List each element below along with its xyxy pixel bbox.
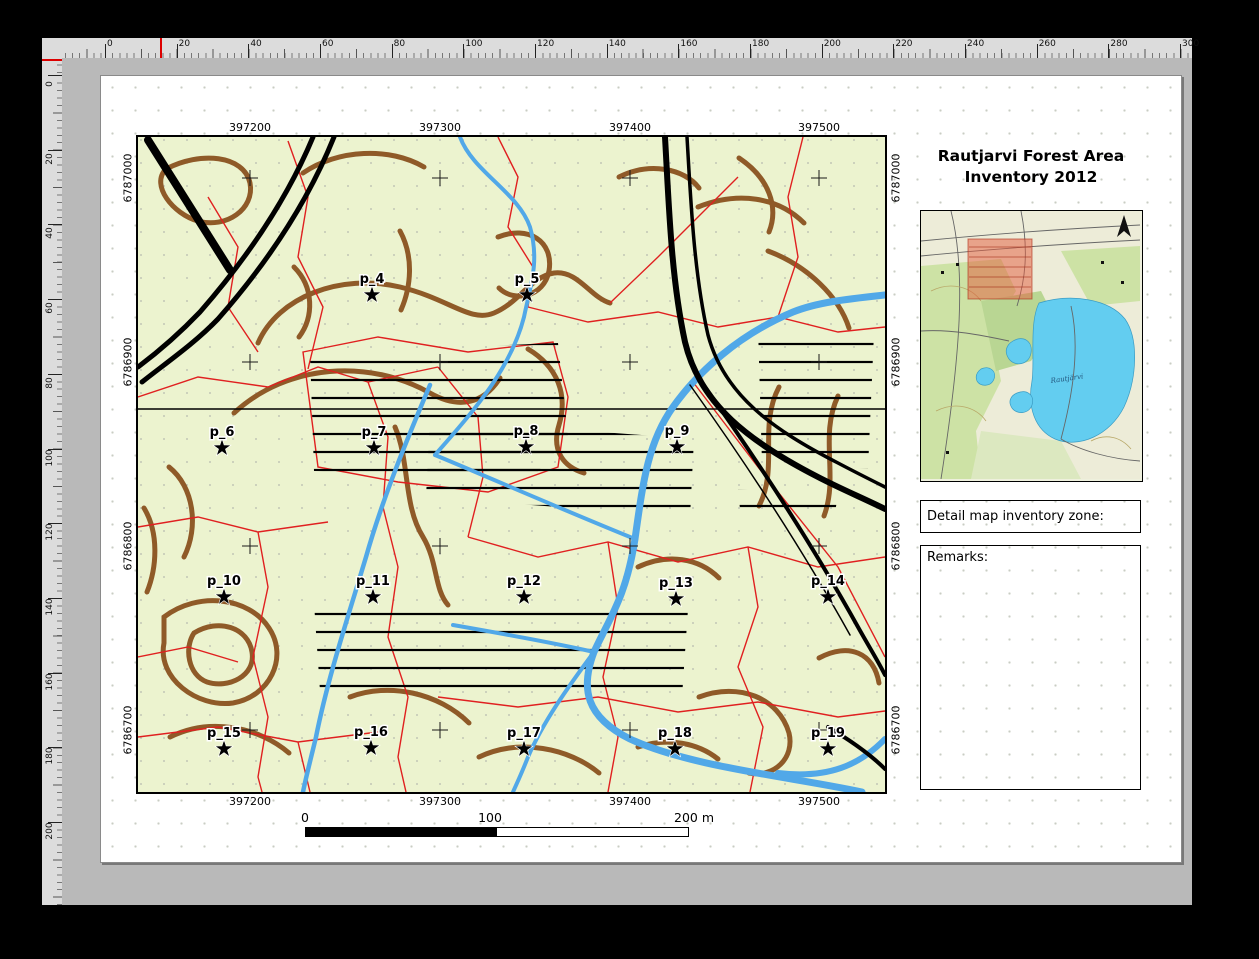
grid-coordinate-label: 6786700 [122,706,135,755]
ruler-tick-label: 200 [824,39,841,49]
sample-point-label: p_17 [507,726,541,741]
map-title-line1: Rautjarvi Forest Area [920,146,1142,167]
sample-point-label: p_16 [354,725,388,740]
sample-point-label: p_19 [811,726,845,741]
sample-point-label: p_7 [362,425,387,440]
sample-point-label: p_13 [659,576,693,591]
ruler-tick-label: 280 [1110,39,1127,49]
ruler-tick [965,44,966,58]
grid-coordinate-label: 397500 [798,795,840,808]
overview-highlight-zone [968,239,1032,299]
qgis-layout-window: 0204060801001201401601802002202402602803… [0,0,1259,959]
grid-coordinate-label: 397500 [798,121,840,134]
ruler-tick-label: 80 [394,39,405,49]
sample-point-label: p_14 [811,574,845,589]
grid-coordinate-label: 6786800 [890,522,903,571]
ruler-tick-label: 180 [45,745,55,767]
ruler-tick-label: 60 [45,297,55,319]
vertical-ruler[interactable]: 0 20 40 60 80 100 120 140 160 180 200 [42,58,63,905]
ruler-tick-label: 160 [45,671,55,693]
grid-coordinate-label: 6786800 [122,522,135,571]
scalebar-segment-black [305,827,497,837]
scalebar-label: 0 [301,810,309,825]
ruler-tick-label: 80 [45,372,55,394]
sample-point-label: p_10 [207,574,241,589]
ruler-tick-label: 100 [465,39,482,49]
ruler-tick-label: 140 [45,596,55,618]
overview-map-canvas: Rautjärvi [921,211,1140,479]
scalebar-item[interactable] [305,827,689,837]
ruler-corner [42,38,63,59]
remarks-box[interactable]: Remarks: [920,545,1141,790]
grid-coordinate-label: 397300 [419,121,461,134]
ruler-tick-label: 120 [45,521,55,543]
ruler-tick [392,44,393,58]
grid-coordinate-label: 6786900 [122,338,135,387]
ruler-tick [1108,44,1109,58]
map-canvas: p_4 p_5 p_6 p_7 p_8 p_9 p_10 p_11 p_12 p_13 p_14 p_… [138,137,885,792]
ruler-tick [463,44,464,58]
ruler-tick-label: 100 [45,447,55,469]
grid-coordinate-label: 397400 [609,121,651,134]
detail-zone-box[interactable]: Detail map inventory zone: [920,500,1141,533]
grid-coordinate-label: 397400 [609,795,651,808]
sample-point-label: p_15 [207,726,241,741]
ruler-tick [248,44,249,58]
sample-point-label: p_11 [356,574,390,589]
ruler-cursor-marker-h [160,38,162,58]
ruler-tick-label: 180 [752,39,769,49]
ruler-tick-label: 60 [322,39,333,49]
sample-point-label: p_12 [507,574,541,589]
scalebar-label: 100 [478,810,502,825]
grid-coordinate-label: 6787000 [890,154,903,203]
scalebar-label: 200 m [674,810,714,825]
grid-coordinate-label: 397200 [229,121,271,134]
ruler-tick [535,44,536,58]
ruler-tick [1037,44,1038,58]
grid-coordinate-label: 397300 [419,795,461,808]
ruler-tick-label: 240 [967,39,984,49]
ruler-tick-label: 120 [537,39,554,49]
overview-map-item[interactable]: Rautjärvi [920,210,1143,482]
ruler-tick [893,44,894,58]
ruler-tick-label: 40 [45,222,55,244]
ruler-tick [822,44,823,58]
sample-point-label: p_18 [658,726,692,741]
ruler-tick-label: 260 [1039,39,1056,49]
ruler-tick-label: 20 [179,39,190,49]
map-title[interactable]: Rautjarvi Forest Area Inventory 2012 [920,146,1142,188]
map-frame[interactable]: p_4 p_5 p_6 p_7 p_8 p_9 p_10 p_11 p_12 p_13 p_14 p_… [136,135,887,794]
ruler-tick-label: 300 [1182,39,1199,49]
ruler-tick-label: 0 [107,39,113,49]
grid-coordinate-label: 6786900 [890,338,903,387]
sample-point-label: p_4 [360,272,385,287]
remarks-label: Remarks: [927,550,988,565]
ruler-tick [105,44,106,58]
ruler-tick-label: 200 [45,820,55,842]
grid-coordinate-label: 397200 [229,795,271,808]
sample-point-label: p_8 [514,424,539,439]
sample-point-label: p_6 [210,425,235,440]
ruler-tick [678,44,679,58]
ruler-tick-label: 140 [609,39,626,49]
sample-point-label: p_5 [515,272,540,287]
ruler-tick-label: 20 [45,148,55,170]
ruler-tick-label: 40 [250,39,261,49]
ruler-tick [177,44,178,58]
scalebar-segment-white [496,827,689,837]
ruler-tick-label: 160 [680,39,697,49]
ruler-tick [1180,44,1181,58]
ruler-tick-label: 220 [895,39,912,49]
ruler-tick [320,44,321,58]
grid-coordinate-label: 6786700 [890,706,903,755]
map-title-line2: Inventory 2012 [920,167,1142,188]
detail-zone-label: Detail map inventory zone: [927,509,1104,524]
horizontal-ruler[interactable]: 0204060801001201401601802002202402602803… [62,38,1192,59]
grid-coordinate-label: 6787000 [122,154,135,203]
ruler-tick-label: 0 [45,73,55,95]
ruler-tick [750,44,751,58]
ruler-tick [607,44,608,58]
sample-point-label: p_9 [665,424,690,439]
ruler-cursor-marker-v [42,59,62,61]
